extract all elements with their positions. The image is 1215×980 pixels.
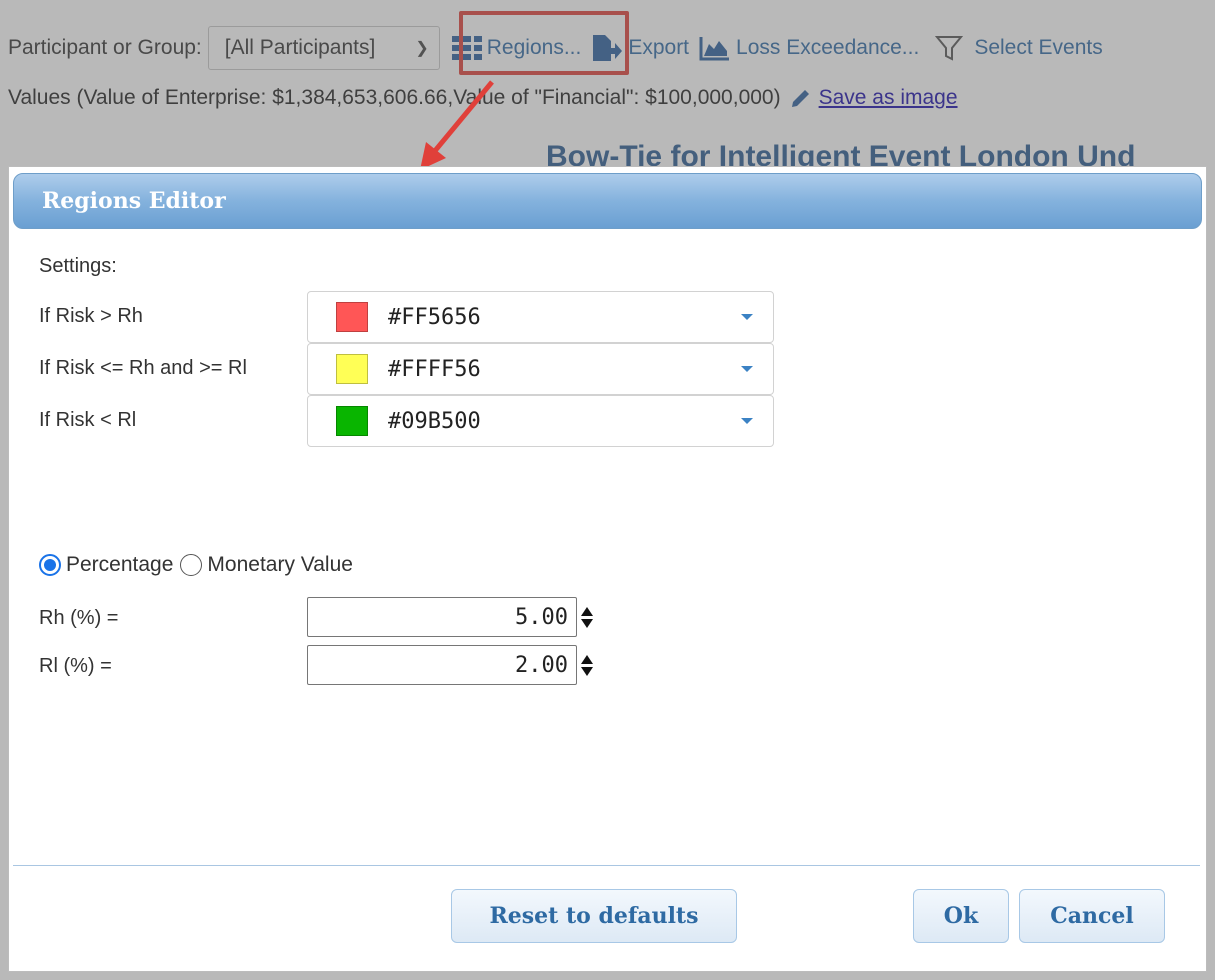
color-code-high: #FF5656 (388, 304, 481, 330)
percentage-radio[interactable] (39, 554, 61, 576)
rule-label-low: If Risk < Rl (39, 409, 137, 431)
settings-label: Settings: (39, 255, 117, 277)
rl-label: Rl (%) = (39, 655, 112, 677)
color-code-low: #09B500 (388, 408, 481, 434)
spin-down-icon[interactable] (581, 666, 593, 676)
spin-up-icon[interactable] (581, 606, 593, 616)
color-select-low[interactable]: #09B500 (307, 395, 774, 447)
color-swatch-high (336, 302, 368, 332)
rule-label-high: If Risk > Rh (39, 305, 143, 327)
color-swatch-mid (336, 354, 368, 384)
monetary-value-label: Monetary Value (207, 553, 353, 576)
ok-button[interactable]: Ok (913, 889, 1009, 943)
color-select-mid[interactable]: #FFFF56 (307, 343, 774, 395)
rh-spinner[interactable] (579, 597, 595, 637)
cancel-button[interactable]: Cancel (1019, 889, 1165, 943)
caret-down-icon (741, 314, 753, 320)
color-select-high[interactable]: #FF5656 (307, 291, 774, 343)
mode-radio-group: Percentage Monetary Value (39, 553, 360, 577)
percentage-label: Percentage (66, 553, 174, 576)
color-swatch-low (336, 406, 368, 436)
reset-defaults-button[interactable]: Reset to defaults (451, 889, 737, 943)
caret-down-icon (741, 366, 753, 372)
regions-editor-dialog: Regions Editor Settings: If Risk > Rh #F… (8, 166, 1207, 972)
caret-down-icon (741, 418, 753, 424)
spin-up-icon[interactable] (581, 654, 593, 664)
dialog-header[interactable]: Regions Editor (13, 173, 1202, 229)
rl-spinner[interactable] (579, 645, 595, 685)
rule-label-mid: If Risk <= Rh and >= Rl (39, 357, 247, 379)
footer-divider (13, 865, 1200, 866)
rh-label: Rh (%) = (39, 607, 119, 629)
color-code-mid: #FFFF56 (388, 356, 481, 382)
monetary-value-radio[interactable] (180, 554, 203, 576)
rl-input[interactable] (307, 645, 577, 685)
dialog-title: Regions Editor (42, 188, 226, 214)
spin-down-icon[interactable] (581, 618, 593, 628)
rh-input[interactable] (307, 597, 577, 637)
